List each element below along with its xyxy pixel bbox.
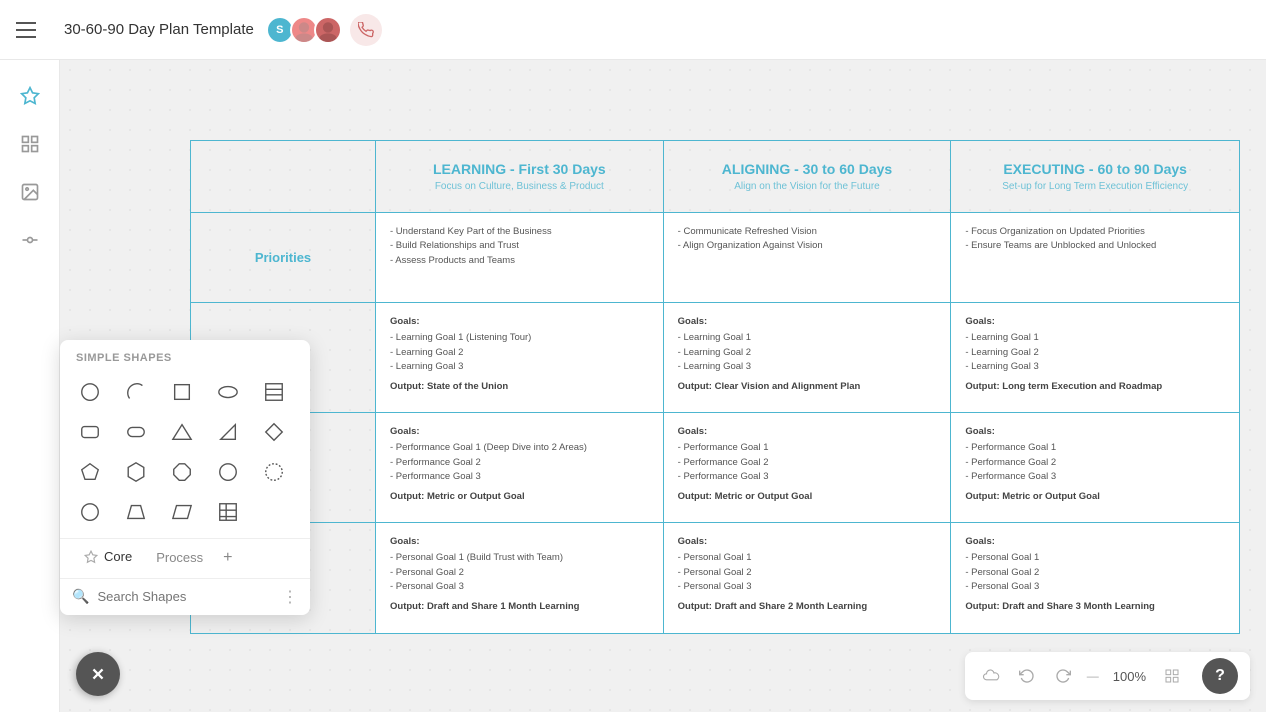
- tab-core[interactable]: Core: [72, 539, 144, 579]
- header-col-3: EXECUTING - 60 to 90 Days Set-up for Lon…: [951, 141, 1239, 212]
- goals-cell-2-3[interactable]: Goals: - Performance Goal 1 - Performanc…: [951, 413, 1239, 522]
- phone-button[interactable]: [350, 14, 382, 46]
- shape-circle[interactable]: [72, 374, 108, 410]
- grid-icon[interactable]: [1158, 662, 1186, 690]
- sidebar-icon-grid[interactable]: [10, 124, 50, 164]
- col-3-subtitle: Set-up for Long Term Execution Efficienc…: [967, 181, 1223, 192]
- avatars-group: S: [270, 14, 382, 46]
- shape-parallelogram[interactable]: [164, 494, 200, 530]
- sidebar-icon-image[interactable]: [10, 172, 50, 212]
- row-label-priorities: Priorities: [191, 213, 376, 302]
- shape-pill[interactable]: [118, 414, 154, 450]
- header-col-1: LEARNING - First 30 Days Focus on Cultur…: [376, 141, 664, 212]
- goals-row-2: Goals: - Performance Goal 1 (Deep Dive i…: [191, 413, 1239, 523]
- goals-cell-1-2[interactable]: Goals: - Learning Goal 1 - Learning Goal…: [664, 303, 952, 412]
- menu-icon[interactable]: [16, 14, 48, 46]
- shape-rounded-rect[interactable]: [72, 414, 108, 450]
- col-2-subtitle: Align on the Vision for the Future: [680, 181, 935, 192]
- goals-cell-3-1[interactable]: Goals: - Personal Goal 1 (Build Trust wi…: [376, 523, 664, 633]
- zoom-level: 100%: [1109, 669, 1150, 684]
- header-col-2: ALIGNING - 30 to 60 Days Align on the Vi…: [664, 141, 952, 212]
- priorities-row: Priorities - Understand Key Part of the …: [191, 213, 1239, 303]
- tab-process[interactable]: Process: [144, 540, 215, 577]
- shape-circle-2[interactable]: [210, 454, 246, 490]
- goals-cell-2-2[interactable]: Goals: - Performance Goal 1 - Performanc…: [664, 413, 952, 522]
- shape-ellipse[interactable]: [210, 374, 246, 410]
- goals-cell-3-2[interactable]: Goals: - Personal Goal 1 - Personal Goal…: [664, 523, 952, 633]
- shape-right-triangle[interactable]: [210, 414, 246, 450]
- tab-core-label: Core: [104, 549, 132, 564]
- priorities-cell-2[interactable]: - Communicate Refreshed Vision - Align O…: [664, 213, 952, 302]
- header-empty: [191, 141, 376, 212]
- shape-empty: [256, 494, 292, 530]
- redo-icon[interactable]: [1049, 662, 1077, 690]
- help-button[interactable]: ?: [1202, 658, 1238, 694]
- priorities-cell-1[interactable]: - Understand Key Part of the Business - …: [376, 213, 664, 302]
- shape-octagon[interactable]: [164, 454, 200, 490]
- priorities-cell-3[interactable]: - Focus Organization on Updated Prioriti…: [951, 213, 1239, 302]
- shape-circle-3[interactable]: [256, 454, 292, 490]
- cloud-icon[interactable]: [977, 662, 1005, 690]
- goals-cell-3-3[interactable]: Goals: - Personal Goal 1 - Personal Goal…: [951, 523, 1239, 633]
- shape-trapezoid[interactable]: [118, 494, 154, 530]
- shapes-more-icon[interactable]: ⋮: [282, 587, 298, 607]
- shape-circle-4[interactable]: [72, 494, 108, 530]
- avatar-3: [314, 16, 342, 44]
- goals-row-1: Goals: - Learning Goal 1 (Listening Tour…: [191, 303, 1239, 413]
- plan-body: Priorities - Understand Key Part of the …: [190, 212, 1240, 634]
- tab-add-button[interactable]: +: [215, 539, 240, 577]
- search-icon: 🔍: [72, 588, 89, 605]
- plan-header: LEARNING - First 30 Days Focus on Cultur…: [190, 140, 1240, 212]
- shapes-panel-header: SIMPLE SHAPES: [60, 340, 310, 370]
- col-2-title: ALIGNING - 30 to 60 Days: [680, 161, 935, 177]
- shape-arc[interactable]: [118, 374, 154, 410]
- shape-pentagon[interactable]: [72, 454, 108, 490]
- undo-icon[interactable]: [1013, 662, 1041, 690]
- goals-cell-2-1[interactable]: Goals: - Performance Goal 1 (Deep Dive i…: [376, 413, 664, 522]
- sidebar-icon-star[interactable]: [10, 76, 50, 116]
- shapes-grid: [60, 370, 310, 538]
- topbar: 30-60-90 Day Plan Template S: [0, 0, 1266, 60]
- shapes-panel: SIMPLE SHAPES Core: [60, 340, 310, 615]
- shape-lines[interactable]: [256, 374, 292, 410]
- shape-square[interactable]: [164, 374, 200, 410]
- goals-cell-1-1[interactable]: Goals: - Learning Goal 1 (Listening Tour…: [376, 303, 664, 412]
- col-1-title: LEARNING - First 30 Days: [392, 161, 647, 177]
- shape-table[interactable]: [210, 494, 246, 530]
- shape-diamond[interactable]: [256, 414, 292, 450]
- bottom-toolbar: — 100% ?: [965, 652, 1250, 700]
- shape-hexagon[interactable]: [118, 454, 154, 490]
- left-sidebar: [0, 60, 60, 712]
- col-3-title: EXECUTING - 60 to 90 Days: [967, 161, 1223, 177]
- sidebar-icon-shapes[interactable]: [10, 220, 50, 260]
- col-1-subtitle: Focus on Culture, Business & Product: [392, 181, 647, 192]
- plan-table: LEARNING - First 30 Days Focus on Cultur…: [190, 140, 1240, 634]
- shapes-search-bar: 🔍 ⋮: [60, 578, 310, 615]
- doc-title: 30-60-90 Day Plan Template: [64, 21, 254, 38]
- goals-row-3: Goals: - Personal Goal 1 (Build Trust wi…: [191, 523, 1239, 633]
- shapes-tabs: Core Process +: [60, 538, 310, 578]
- shape-triangle[interactable]: [164, 414, 200, 450]
- goals-cell-1-3[interactable]: Goals: - Learning Goal 1 - Learning Goal…: [951, 303, 1239, 412]
- search-input[interactable]: [97, 589, 274, 604]
- tab-process-label: Process: [156, 550, 203, 565]
